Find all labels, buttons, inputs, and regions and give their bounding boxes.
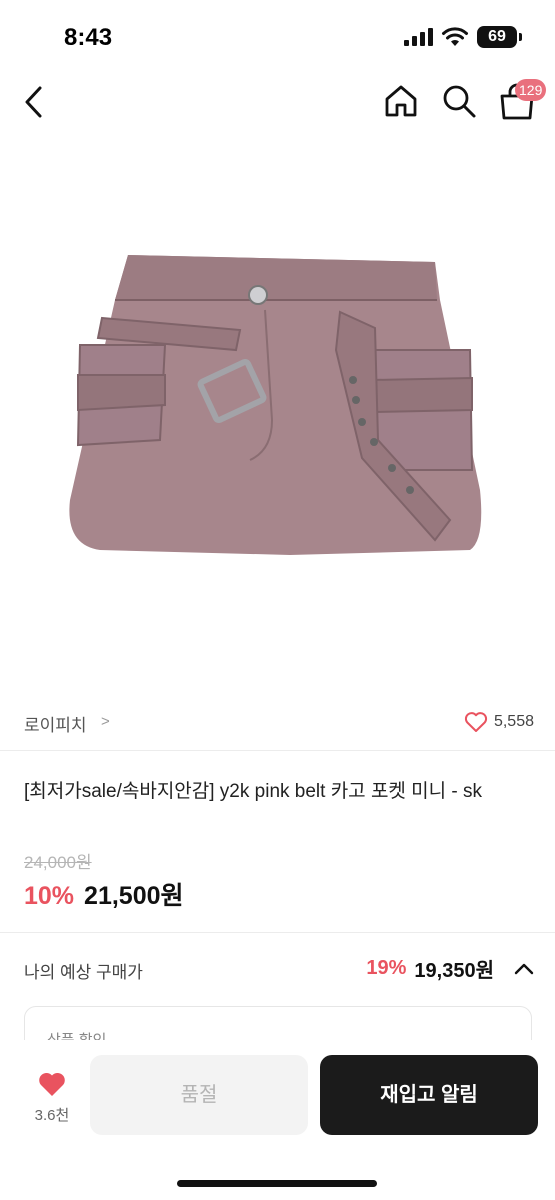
heart-outline-icon — [464, 712, 488, 732]
divider — [0, 750, 555, 751]
home-indicator — [177, 1180, 377, 1187]
signal-icon — [404, 28, 433, 46]
product-image[interactable] — [40, 200, 515, 640]
battery-tip — [519, 33, 522, 41]
sale-price: 21,500원 — [84, 882, 184, 910]
restock-alert-button[interactable]: 재입고 알림 — [320, 1055, 538, 1135]
section-divider — [0, 932, 555, 933]
search-icon — [443, 85, 476, 118]
status-bar: 8:43 69 — [0, 0, 555, 70]
back-arrow-icon — [25, 86, 42, 118]
wish-button[interactable]: 3.6천 — [22, 1068, 82, 1128]
soldout-button[interactable]: 품절 — [90, 1055, 308, 1135]
home-button[interactable] — [382, 82, 420, 120]
expected-price-values: 19% 19,350원 — [366, 954, 534, 983]
expected-price-value: 19,350원 — [414, 960, 494, 982]
price-row: 10% 21,500원 — [24, 876, 184, 912]
brand-row: 로이피치 > 5,558 — [24, 708, 534, 738]
expected-discount-rate: 19% — [366, 957, 407, 979]
search-button[interactable] — [440, 82, 478, 120]
home-icon — [385, 85, 417, 117]
back-button[interactable] — [18, 82, 54, 122]
brand-like-count: 5,558 — [493, 713, 534, 730]
discount-rate: 10% — [24, 882, 75, 910]
expected-price-label: 나의 예상 구매가 — [24, 963, 143, 982]
status-time: 8:43 — [64, 24, 113, 51]
brand-like-button[interactable]: 5,558 — [464, 708, 534, 736]
brand-name-link[interactable]: 로이피치 — [24, 711, 87, 736]
wifi-icon — [442, 27, 468, 46]
original-price: 24,000원 — [24, 853, 92, 872]
cart-count-badge: 129 — [515, 79, 547, 101]
wish-count: 3.6천 — [34, 1107, 70, 1124]
chevron-up-icon — [514, 963, 534, 974]
product-title: [최저가sale/속바지안감] y2k pink belt 카고 포켓 미니 -… — [24, 781, 483, 802]
expected-price-toggle[interactable]: 나의 예상 구매가 19% 19,350원 — [24, 952, 534, 986]
chevron-right-icon: > — [101, 713, 110, 730]
heart-filled-icon — [39, 1072, 65, 1096]
battery-indicator: 69 — [477, 26, 517, 48]
